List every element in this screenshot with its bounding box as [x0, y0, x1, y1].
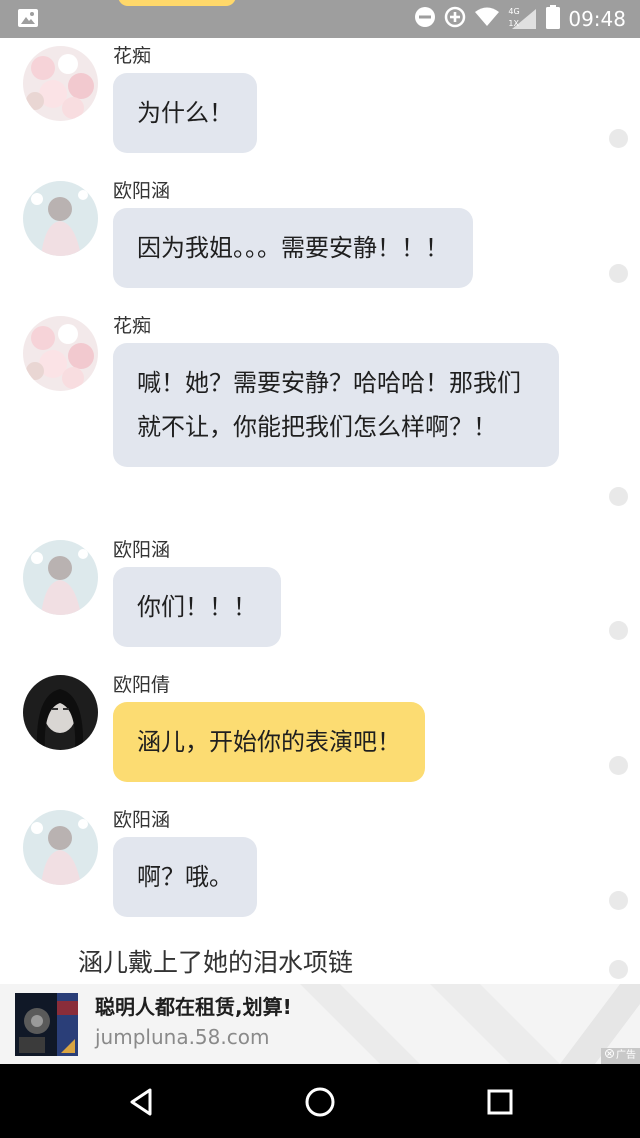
ad-badge-label: 广告 — [616, 1050, 636, 1061]
sender-name: 花痴 — [113, 45, 152, 67]
flowers-avatar[interactable] — [23, 316, 98, 391]
read-indicator — [609, 487, 628, 506]
battery-icon — [546, 5, 561, 33]
clock: 09:48 — [568, 7, 626, 31]
sender-name: 欧阳涵 — [113, 809, 171, 831]
message-bubble[interactable]: 你们！！！ — [113, 567, 281, 647]
ad-title[interactable]: 聪明人都在租赁,划算! — [95, 991, 292, 1020]
sender-name: 欧阳涵 — [113, 180, 171, 202]
previous-bubble-edge — [118, 0, 236, 6]
message-bubble[interactable]: 因为我姐。。。需要安静！！！ — [113, 208, 473, 288]
flowers-avatar[interactable] — [23, 46, 98, 121]
read-indicator — [609, 756, 628, 775]
read-indicator — [609, 621, 628, 640]
narration-text: 涵儿戴上了她的泪水项链 — [78, 948, 354, 977]
sender-name: 欧阳倩 — [113, 674, 171, 696]
wifi-icon — [474, 7, 500, 31]
girl-light-avatar[interactable] — [23, 540, 98, 615]
ad-banner[interactable]: 聪明人都在租赁,划算! jumpluna.58.com 广告 — [0, 984, 640, 1064]
read-indicator — [609, 129, 628, 148]
read-indicator — [609, 264, 628, 283]
message-bubble[interactable]: 喊！她？需要安静？哈哈哈！那我们就不让，你能把我们怎么样啊？！ — [113, 343, 559, 467]
girl-light-avatar[interactable] — [23, 810, 98, 885]
message-bubble[interactable]: 涵儿，开始你的表演吧！ — [113, 702, 425, 782]
back-icon[interactable] — [121, 1082, 161, 1122]
read-indicator — [609, 960, 628, 979]
girl-light-avatar[interactable] — [23, 181, 98, 256]
data-saver-icon — [444, 6, 466, 32]
ad-badge[interactable]: 广告 — [601, 1048, 640, 1064]
chat-list[interactable]: 花痴 为什么！ 欧阳涵 因为我姐。。。需要安静！！！ 花痴 喊！她？需要安静？哈… — [0, 38, 640, 984]
home-icon[interactable] — [300, 1082, 340, 1122]
ad-url[interactable]: jumpluna.58.com — [95, 1025, 269, 1049]
status-icons: 4G 1X 09:48 — [414, 0, 626, 38]
cell-signal-icon: 4G 1X — [508, 7, 538, 31]
network-type-label: 4G — [508, 7, 520, 16]
read-indicator — [609, 891, 628, 910]
girl-dark-avatar[interactable] — [23, 675, 98, 750]
navigation-bar — [0, 1064, 640, 1138]
image-notification-icon — [18, 9, 38, 27]
ad-close-icon — [605, 1048, 614, 1064]
sender-name: 花痴 — [113, 315, 152, 337]
ad-image[interactable] — [15, 993, 78, 1056]
sim-label: 1X — [508, 19, 519, 28]
recents-icon[interactable] — [480, 1082, 520, 1122]
message-bubble[interactable]: 为什么！ — [113, 73, 257, 153]
status-bar: 4G 1X 09:48 — [0, 0, 640, 38]
do-not-disturb-icon — [414, 6, 436, 32]
sender-name: 欧阳涵 — [113, 539, 171, 561]
message-bubble[interactable]: 啊？哦。 — [113, 837, 257, 917]
